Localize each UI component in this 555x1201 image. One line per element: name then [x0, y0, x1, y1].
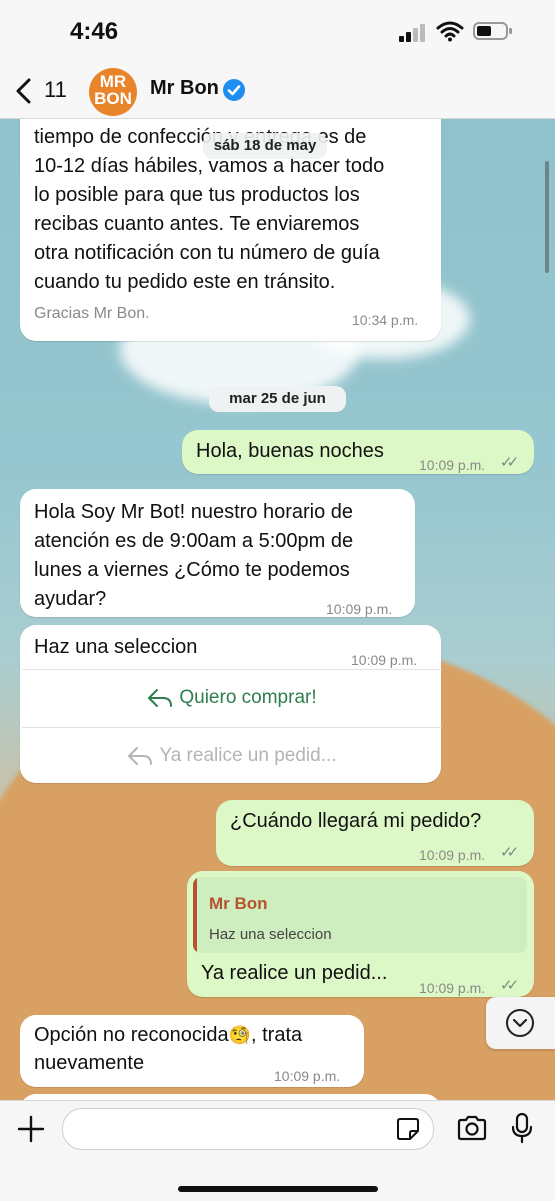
quote-text: Haz una seleccion	[209, 926, 332, 943]
quoted-message[interactable]: Mr Bon Haz una seleccion	[193, 877, 527, 953]
chat-area[interactable]: tiempo de confección y entrega es de 10-…	[0, 119, 555, 1100]
message-text: Haz una seleccion	[34, 636, 198, 658]
message-signature: Gracias Mr Bon.	[34, 305, 150, 322]
incoming-message[interactable]: Hola Soy Mr Bot! nuestro horario de aten…	[20, 489, 415, 617]
chevron-down-circle-icon	[506, 1009, 534, 1037]
quick-reply-label: Quiero comprar!	[179, 687, 317, 708]
message-line: cuando tu pedido este en tránsito.	[34, 271, 336, 293]
message-line: Hola Soy Mr Bot! nuestro horario de	[34, 501, 354, 523]
message-line: otra notificación con tu número de guía	[34, 242, 380, 264]
reply-arrow-icon	[148, 688, 173, 707]
message-line: nuevamente	[34, 1052, 145, 1074]
message-line: lo posible para que tus productos los	[34, 184, 360, 206]
message-time: 10:09 p.m.	[274, 1068, 341, 1084]
back-button[interactable]: 11	[14, 77, 74, 107]
wifi-icon	[436, 21, 464, 42]
scrollbar[interactable]	[545, 161, 549, 273]
status-time: 4:46	[70, 18, 119, 45]
contact-name[interactable]: Mr Bon	[150, 77, 219, 100]
message-time: 10:09 p.m.	[326, 601, 393, 617]
message-line: ayudar?	[34, 588, 107, 610]
message-text: Ya realice un pedid...	[201, 962, 388, 984]
sticky-date: sáb 18 de may	[203, 133, 327, 159]
message-line: recibas cuanto antes. Te enviaremos	[34, 213, 360, 235]
verified-badge-icon	[223, 79, 245, 101]
incoming-message[interactable]: Opción no reconocida🧐, trata nuevamente …	[20, 1015, 364, 1087]
message-text: ¿Cuándo llegará mi pedido?	[230, 810, 482, 832]
avatar-text-bottom: BON	[94, 89, 132, 108]
read-receipt-icon: ✓✓	[500, 454, 519, 471]
read-receipt-icon: ✓✓	[500, 977, 519, 994]
sticker-icon[interactable]	[395, 1116, 421, 1142]
message-line: Opción no reconocida🧐, trata	[34, 1021, 302, 1049]
chevron-left-icon	[16, 78, 31, 104]
unread-count: 11	[44, 77, 67, 102]
message-line: atención es de 9:00am a 5:00pm de	[34, 530, 354, 552]
outgoing-reply-message[interactable]: Mr Bon Haz una seleccion Ya realice un p…	[187, 871, 534, 997]
home-indicator	[178, 1186, 378, 1192]
plus-icon[interactable]	[16, 1114, 46, 1144]
date-divider: mar 25 de jun	[209, 386, 346, 412]
camera-icon[interactable]	[456, 1114, 488, 1142]
quote-bar	[193, 877, 197, 953]
chat-header: 11 MR BON Mr Bon	[0, 64, 555, 119]
outgoing-message[interactable]: ¿Cuándo llegará mi pedido? 10:09 p.m. ✓✓	[216, 800, 534, 866]
avatar[interactable]: MR BON	[89, 68, 137, 116]
monocle-face-emoji: 🧐	[228, 1025, 251, 1045]
message-time: 10:34 p.m.	[352, 312, 419, 328]
quick-reply-quiero-comprar[interactable]: Quiero comprar!	[22, 669, 442, 726]
message-text: , trata	[251, 1024, 303, 1046]
quote-author: Mr Bon	[209, 894, 268, 913]
message-time: 10:09 p.m.	[419, 980, 486, 996]
message-input[interactable]	[62, 1108, 434, 1150]
battery-icon	[473, 22, 512, 40]
quick-reply-label: Ya realice un pedid...	[159, 745, 337, 766]
message-line: lunes a viernes ¿Cómo te podemos	[34, 559, 350, 581]
scroll-to-bottom-button[interactable]	[486, 997, 555, 1049]
cellular-signal-icon	[399, 24, 425, 42]
composer	[0, 1100, 555, 1201]
read-receipt-icon: ✓✓	[500, 844, 519, 861]
message-time: 10:09 p.m.	[419, 847, 486, 863]
message-text: Opción no reconocida	[34, 1024, 229, 1046]
message-time: 10:09 p.m.	[419, 457, 486, 473]
message-text: Hola, buenas noches	[196, 440, 384, 462]
quick-reply-ya-realice: Ya realice un pedid...	[22, 727, 442, 784]
status-bar: 4:46	[0, 0, 555, 64]
microphone-icon[interactable]	[510, 1112, 534, 1144]
outgoing-message[interactable]: Hola, buenas noches 10:09 p.m. ✓✓	[182, 430, 534, 474]
reply-arrow-icon	[128, 746, 153, 765]
